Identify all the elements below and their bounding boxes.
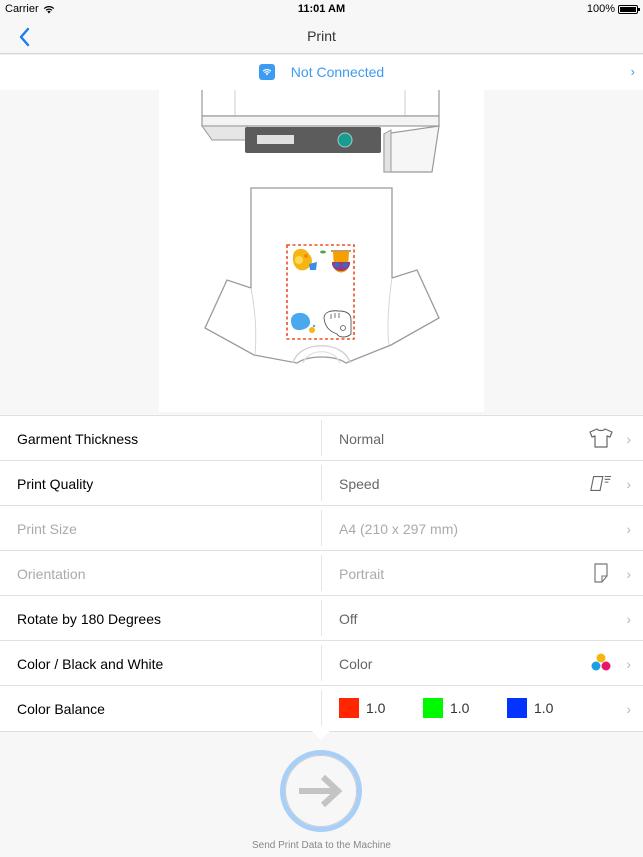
print-speed-icon: [589, 472, 613, 494]
setting-value: Normal: [339, 431, 385, 447]
arrow-right-icon: [299, 774, 343, 808]
send-print-data-label: Send Print Data to the Machine: [252, 840, 391, 851]
color-balance-values: 1.0 1.0 1.0: [339, 698, 591, 718]
print-area[interactable]: [286, 244, 355, 340]
color-dots-icon: [589, 652, 613, 674]
setting-label: Print Size: [17, 521, 77, 537]
divider: [321, 555, 322, 591]
print-preview-panel: [159, 90, 484, 412]
status-bar: Carrier 11:01 AM 100%: [0, 0, 643, 20]
color-balance-red: 1.0: [339, 698, 423, 718]
printer-body: [201, 90, 440, 173]
blue-swatch: [507, 698, 527, 718]
send-print-data-button[interactable]: [280, 750, 362, 832]
divider: [321, 645, 322, 681]
navigation-bar: Print: [0, 20, 643, 54]
setting-value: Speed: [339, 476, 380, 492]
battery-percent: 100%: [586, 3, 615, 15]
setting-value: Color: [339, 656, 373, 672]
tshirt-icon: [589, 427, 613, 449]
setting-value: Portrait: [339, 566, 385, 582]
printer-preview-illustration: [201, 90, 440, 364]
connection-status-bar[interactable]: Not Connected ›: [0, 55, 643, 90]
divider: [321, 465, 322, 501]
send-area: Send Print Data to the Machine: [0, 731, 643, 857]
divider: [321, 510, 322, 546]
pointer-notch: [312, 731, 330, 740]
print-settings-list: Garment Thickness Normal › Print Quality…: [0, 415, 643, 731]
portrait-page-icon: [589, 562, 613, 584]
setting-rotate-180[interactable]: Rotate by 180 Degrees Off ›: [0, 596, 643, 641]
setting-label: Orientation: [17, 566, 86, 582]
setting-label: Print Quality: [17, 476, 94, 492]
setting-color-mode[interactable]: Color / Black and White Color ›: [0, 641, 643, 686]
setting-color-balance[interactable]: Color Balance 1.0 1.0 1.0 ›: [0, 686, 643, 731]
page-title: Print: [307, 28, 336, 44]
blue-value: 1.0: [534, 700, 554, 716]
red-swatch: [339, 698, 359, 718]
color-balance-green: 1.0: [423, 698, 507, 718]
divider: [321, 690, 322, 726]
chevron-right-icon: ›: [626, 656, 631, 672]
setting-print-quality[interactable]: Print Quality Speed ›: [0, 461, 643, 506]
setting-garment-thickness[interactable]: Garment Thickness Normal ›: [0, 416, 643, 461]
red-value: 1.0: [366, 700, 386, 716]
setting-label: Garment Thickness: [17, 431, 139, 447]
battery-icon: [618, 4, 640, 14]
status-time: 11:01 AM: [297, 3, 346, 15]
divider: [321, 600, 322, 636]
color-balance-blue: 1.0: [507, 698, 591, 718]
setting-label: Rotate by 180 Degrees: [17, 611, 161, 627]
green-value: 1.0: [450, 700, 470, 716]
chevron-right-icon: ›: [626, 476, 631, 492]
chevron-right-icon: ›: [626, 701, 631, 717]
green-swatch: [423, 698, 443, 718]
divider: [321, 420, 322, 456]
battery-info: 100%: [586, 3, 640, 15]
chevron-right-icon: ›: [630, 64, 635, 79]
wifi-icon: [258, 64, 275, 80]
setting-print-size[interactable]: Print Size A4 (210 x 297 mm) ›: [0, 506, 643, 551]
chevron-right-icon: ›: [626, 611, 631, 627]
print-preview-area: [0, 90, 643, 415]
connection-status-label: Not Connected: [290, 64, 385, 80]
chevron-right-icon: ›: [626, 521, 631, 537]
setting-value: A4 (210 x 297 mm): [339, 521, 459, 537]
setting-value: Off: [339, 611, 358, 627]
setting-label: Color / Black and White: [17, 656, 164, 672]
setting-label: Color Balance: [17, 701, 105, 717]
chevron-right-icon: ›: [626, 566, 631, 582]
setting-orientation[interactable]: Orientation Portrait ›: [0, 551, 643, 596]
chevron-right-icon: ›: [626, 431, 631, 447]
